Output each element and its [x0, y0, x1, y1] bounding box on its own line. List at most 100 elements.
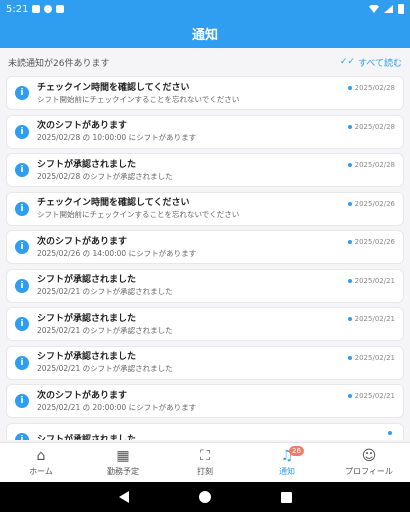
notification-card[interactable]: i シフトが承認されました 2025/02/21 のシフトが承認されました 2025/…: [6, 307, 404, 341]
info-icon: i: [15, 394, 29, 408]
notification-date: [388, 430, 395, 435]
notification-date: 2025/02/26: [347, 238, 395, 246]
notification-date-text: 2025/02/21: [354, 392, 395, 400]
signal-icon: [384, 5, 393, 13]
unread-dot-icon: [347, 163, 352, 167]
notification-text: チェックイン時間を確認してくださいシフト開始前にチェックインすることを忘れないで…: [37, 197, 348, 220]
notification-body: 2025/02/26 の 14:00:00 にシフトがあります: [37, 248, 197, 258]
notification-body: 2025/02/21 のシフトが承認されました: [37, 325, 173, 335]
unread-dot-icon: [347, 86, 352, 90]
unread-dot-icon: [388, 430, 392, 435]
notification-body: 2025/02/21 の 20:00:00 にシフトがあります: [37, 402, 197, 412]
notification-app-icon: [32, 5, 41, 13]
app-bar: 通知: [0, 18, 410, 48]
recent-apps-icon[interactable]: [280, 491, 292, 503]
notification-list[interactable]: i チェックイン時間を確認してください シフト開始前にチェックインすることを忘れない…: [6, 76, 404, 440]
nav-notifications[interactable]: ♫ 26 通知: [246, 443, 328, 482]
notification-date: 2025/02/28: [347, 161, 395, 169]
notification-date: 2025/02/28: [347, 84, 395, 92]
nav-home[interactable]: ⌂ ホーム: [0, 443, 82, 482]
unread-dot-icon: [347, 278, 352, 283]
system-nav-bar: [0, 482, 410, 512]
info-icon: i: [15, 317, 29, 331]
notification-card[interactable]: i 次のシフトがあります 2025/02/21 の 20:00:00 にシフトがあり…: [6, 384, 404, 418]
notification-text: チェックイン時間を確認してください シフト開始前にチェックインすることを忘れないで…: [37, 82, 348, 105]
notification-body: シフト開始前にチェックインすることを忘れないでください: [37, 210, 240, 219]
notification-date: 2025/02/21: [347, 392, 395, 400]
info-icon: i: [15, 163, 29, 177]
notification-text: シフトが承認されました 2025/02/21 のシフトが承認されました: [37, 351, 348, 374]
notification-card[interactable]: i シフトが承認されました 2025/02/21 のシフトが承認されました 2025/…: [6, 268, 404, 303]
notification-title: 次のシフトがあります: [37, 121, 128, 131]
notification-date: 2025/02/21: [347, 276, 395, 285]
notification-body: シフト開始前にチェックインすることを忘れないでください: [37, 94, 240, 104]
nav-profile[interactable]: ☺ プロフィール: [328, 443, 410, 482]
double-check-icon: ✓✓: [339, 57, 355, 67]
notification-date-text: 2025/02/21: [354, 315, 395, 323]
status-bar: 5:21: [0, 0, 410, 18]
back-icon[interactable]: [118, 491, 129, 503]
notification-card[interactable]: i 次のシフトがあります 2025/02/28 の 10:00:00 にシフトがあり…: [6, 114, 404, 149]
info-icon: i: [15, 124, 29, 139]
notification-date: 2025/02/21: [347, 315, 395, 323]
info-icon: i: [15, 355, 29, 370]
nav-schedule[interactable]: ▦ 勤務予定: [82, 443, 164, 482]
notification-body: 2025/02/28 の 10:00:00 にシフトがあります: [37, 133, 197, 142]
notification-card[interactable]: i チェックイン時間を確認してください シフト開始前にチェックインすることを忘れない…: [6, 76, 404, 110]
notification-title: シフトが承認されました: [37, 434, 137, 441]
notification-date: 2025/02/26: [347, 200, 395, 208]
notification-text: 次のシフトがあります 2025/02/21 の 20:00:00 にシフトがありま…: [37, 390, 348, 413]
notification-date: 2025/02/28: [347, 122, 395, 131]
nav-label: 勤務予定: [107, 467, 139, 476]
notification-text: シフトが承認されました 2025/02/28 のシフトが承認されました: [37, 159, 348, 182]
info-icon: i: [15, 432, 29, 440]
notification-title: シフトが承認されました: [37, 159, 137, 170]
nav-clock-in[interactable]: ⛶ 打刻: [164, 443, 246, 482]
unread-dot-icon: [347, 394, 352, 398]
system-home-icon[interactable]: [198, 491, 211, 503]
notification-card[interactable]: i シフトが承認されました: [6, 422, 404, 441]
notification-card[interactable]: i 次のシフトがあります 2025/02/26 の 14:00:00 にシフトがあり…: [6, 230, 404, 264]
notification-app-icon: [56, 5, 65, 13]
notification-body: 2025/02/21 のシフトが承認されました: [37, 287, 173, 296]
unread-dot-icon: [347, 317, 352, 321]
bottom-nav: ⌂ ホーム ▦ 勤務予定 ⛶ 打刻 ♫ 26 通知 ☺ プロフィール: [0, 442, 410, 482]
notification-card[interactable]: i シフトが承認されました 2025/02/28 のシフトが承認されました 2025/…: [6, 153, 404, 187]
notification-app-icon: [44, 5, 53, 13]
notification-date-text: 2025/02/21: [354, 276, 395, 285]
battery-icon: [398, 4, 404, 14]
notification-title: シフトが承認されました: [37, 313, 137, 324]
info-icon: i: [15, 278, 29, 293]
notification-title: シフトが承認されました: [37, 352, 137, 362]
notification-card[interactable]: i チェックイン時間を確認してくださいシフト開始前にチェックインすることを忘れない…: [6, 191, 404, 226]
read-all-label: すべて読む: [357, 58, 402, 69]
unread-dot-icon: [347, 240, 352, 244]
notification-title: 次のシフトがあります: [37, 236, 128, 247]
nav-label: 通知: [279, 467, 295, 476]
notification-title: チェックイン時間を確認してください: [37, 82, 190, 93]
info-icon: i: [15, 201, 29, 216]
read-all-button[interactable]: ✓✓ すべて読む: [340, 56, 402, 69]
notification-date-text: 2025/02/28: [354, 84, 395, 92]
notification-date-text: 2025/02/28: [354, 161, 395, 169]
home-icon: ⌂: [36, 448, 46, 464]
notification-date-text: 2025/02/28: [354, 122, 395, 131]
nav-label: プロフィール: [345, 467, 393, 476]
qr-scan-icon: ⛶: [200, 448, 210, 464]
info-icon: i: [15, 86, 29, 100]
notification-date: 2025/02/21: [347, 354, 395, 362]
notification-badge: 26: [289, 446, 304, 456]
unread-dot-icon: [347, 201, 352, 206]
notification-text: 次のシフトがあります 2025/02/26 の 14:00:00 にシフトがありま…: [37, 236, 348, 259]
notification-card[interactable]: i シフトが承認されました 2025/02/21 のシフトが承認されました 2025/…: [6, 345, 404, 380]
status-time: 5:21: [6, 3, 29, 15]
calendar-icon: ▦: [116, 448, 130, 464]
notification-body: 2025/02/21 のシフトが承認されました: [37, 364, 173, 373]
page-title: 通知: [191, 27, 218, 43]
notification-title: チェックイン時間を確認してください: [37, 198, 190, 208]
unread-dot-icon: [347, 124, 352, 129]
notification-text: シフトが承認されました 2025/02/21 のシフトが承認されました: [37, 274, 348, 297]
info-icon: i: [15, 240, 29, 254]
unread-summary: 未読通知が26件あります ✓✓ すべて読む: [0, 52, 410, 72]
unread-dot-icon: [347, 355, 352, 360]
